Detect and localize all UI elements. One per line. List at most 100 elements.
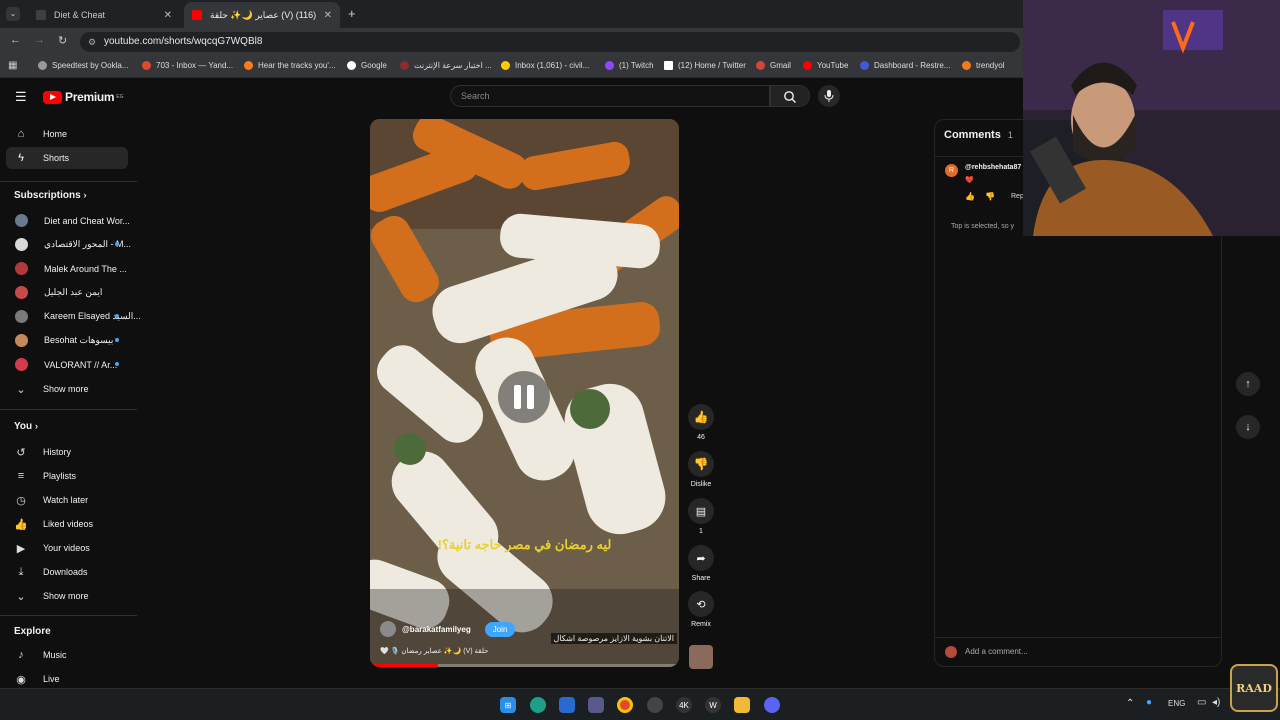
bookmark[interactable]: Google [347, 61, 387, 70]
address-input[interactable]: ⚙ youtube.com/shorts/wqcqG7WQBl8 [80, 32, 1020, 52]
bookmark[interactable]: 703 - Inbox — Yand... [142, 61, 233, 70]
reload-icon[interactable]: ↻ [58, 34, 67, 47]
sidebar-item-history[interactable]: ↺ History [14, 445, 71, 459]
channel-name[interactable]: @barakatfamilyeg [402, 625, 471, 634]
bookmark[interactable]: اختبار سرعة الإنترنت ... [400, 61, 492, 70]
sidebar-item-music[interactable]: ♪ Music [14, 648, 66, 662]
progress-bar[interactable] [370, 664, 679, 667]
sidebar-item-home[interactable]: ⌂ Home [14, 127, 67, 141]
remix-button[interactable]: ⟲ Remix [688, 591, 714, 628]
tab-list-chevron-icon[interactable]: ⌄ [6, 7, 20, 21]
comment-like-icon[interactable]: 👍 [965, 192, 975, 201]
comment-author[interactable]: @rehbshehata87 [965, 164, 1021, 171]
bookmark[interactable]: Inbox (1,061) - civil... [501, 61, 589, 70]
subscription-item[interactable]: Malek Around The ... [15, 262, 127, 275]
sidebar-show-more-you[interactable]: ⌄ Show more [14, 589, 88, 603]
search-input[interactable]: Search [450, 85, 770, 107]
bookmark[interactable]: trendyol [962, 61, 1004, 70]
outlook-icon[interactable] [559, 697, 575, 713]
site-info-icon[interactable]: ⚙ [88, 32, 96, 52]
menu-icon[interactable]: ☰ [15, 89, 27, 105]
sidebar-item-your-videos[interactable]: ▶ Your videos [14, 541, 90, 555]
video-subtitle: الاتنان بشوية الازايز مرصوصة اشكال [550, 633, 677, 644]
youtube-logo[interactable]: Premium EG [43, 90, 124, 104]
shorts-icon: ϟ [18, 152, 24, 164]
chevron-up-icon[interactable]: ⌃ [1126, 698, 1134, 709]
previous-short-button[interactable]: ↑ [1236, 372, 1260, 396]
microphone-icon[interactable]: ● [1146, 697, 1152, 708]
subscription-item[interactable]: VALORANT // Ar... [15, 358, 117, 371]
sound-thumbnail[interactable] [689, 645, 713, 669]
share-button[interactable]: ➦ Share [688, 545, 714, 582]
heart-icon: ❤️ [965, 177, 974, 184]
avatar[interactable]: R [945, 164, 958, 177]
app-icon[interactable] [647, 697, 663, 713]
join-button[interactable]: Join [484, 621, 516, 637]
subscription-item[interactable]: Kareem Elsayed السيد... [15, 310, 141, 323]
close-tab-icon[interactable]: ✕ [324, 10, 332, 21]
youtube-favicon [192, 10, 202, 20]
app-icon[interactable] [588, 697, 604, 713]
discord-icon[interactable] [764, 697, 780, 713]
forward-icon[interactable]: → [34, 34, 45, 46]
back-icon[interactable]: ← [10, 34, 21, 46]
sidebar-item-downloads[interactable]: ⤓ Downloads [14, 565, 88, 579]
sidebar-item-liked-videos[interactable]: 👍 Liked videos [14, 517, 93, 531]
network-icon[interactable]: ▭ [1197, 697, 1206, 708]
bookmark[interactable]: Dashboard - Restre... [860, 61, 950, 70]
subscription-item[interactable]: Besohat بيسوهات [15, 334, 113, 347]
app-icon[interactable]: 4K [676, 697, 692, 713]
home-icon: ⌂ [17, 128, 25, 140]
comments-count: 1 [1007, 130, 1013, 140]
subscription-item[interactable]: ايمن عبد الجليل [15, 286, 102, 299]
volume-icon[interactable]: ◂) [1212, 697, 1220, 708]
channel-avatar[interactable] [380, 621, 396, 637]
comment-dislike-icon[interactable]: 👎 [985, 192, 995, 201]
short-video-player[interactable]: ليه رمضان في مصر حاجه تانية؟! @barakatfa… [370, 119, 679, 667]
subscription-item[interactable]: Diet and Cheat Wor... [15, 214, 130, 227]
comments-button[interactable]: ▤ 1 [688, 498, 714, 535]
start-icon[interactable]: ⊞ [500, 697, 516, 713]
dislike-button[interactable]: 👎 Dislike [688, 451, 714, 488]
add-comment-input[interactable]: Add a comment... [965, 647, 1028, 656]
bookmark[interactable]: Speedtest by Ookla... [38, 61, 129, 70]
share-icon: ➦ [696, 552, 706, 565]
bookmark[interactable]: Gmail [756, 61, 791, 70]
bookmark[interactable]: (1) Twitch [605, 61, 654, 70]
like-button[interactable]: 👍 46 [688, 404, 714, 441]
explore-heading: Explore [14, 626, 51, 637]
comment-icon: ▤ [695, 505, 707, 518]
bookmark[interactable]: (12) Home / Twitter [664, 61, 746, 70]
tab-shorts[interactable]: عصاير 🌙✨ حلقة (V) (116) ✕ [184, 2, 340, 28]
windows-taskbar: ⊞ 4K W ⌃ ● ENG ▭ ◂) [0, 688, 1280, 720]
sidebar-item-live[interactable]: ◉ Live [14, 672, 59, 686]
pause-button[interactable] [498, 371, 550, 423]
sidebar-show-more[interactable]: ⌄ Show more [14, 382, 88, 396]
bookmark[interactable]: YouTube [803, 61, 848, 70]
channel-avatar [15, 334, 28, 347]
comments-bottom-divider [935, 637, 1221, 638]
wordpress-icon[interactable]: W [705, 697, 721, 713]
bookmark[interactable]: Hear the tracks you'... [244, 61, 336, 70]
subscription-item[interactable]: المحور الاقتصادي - M... [15, 238, 131, 251]
new-tab-icon[interactable]: + [348, 6, 356, 21]
download-icon: ⤓ [18, 565, 24, 578]
chrome-icon[interactable] [617, 697, 633, 713]
close-tab-icon[interactable]: ✕ [164, 10, 172, 21]
search-button[interactable] [770, 85, 810, 107]
sidebar-item-playlists[interactable]: ≡ Playlists [14, 469, 76, 483]
language-indicator[interactable]: ENG [1168, 699, 1185, 708]
raad-logo: RAAD [1230, 664, 1278, 712]
next-short-button[interactable]: ↓ [1236, 415, 1260, 439]
sidebar-item-shorts[interactable]: ϟ Shorts [14, 151, 69, 165]
tab-diet-cheat[interactable]: Diet & Cheat ✕ [28, 2, 180, 28]
file-explorer-icon[interactable] [734, 697, 750, 713]
subscriptions-heading[interactable]: Subscriptions › [14, 190, 86, 201]
you-heading[interactable]: You › [14, 421, 38, 432]
voice-search-button[interactable] [818, 85, 840, 107]
sidebar-item-watch-later[interactable]: ◷ Watch later [14, 493, 88, 507]
playlists-icon: ≡ [17, 470, 25, 482]
edge-icon[interactable] [530, 697, 546, 713]
apps-grid-icon[interactable]: ▦ [8, 60, 17, 71]
channel-info: @barakatfamilyeg Join [380, 621, 516, 637]
